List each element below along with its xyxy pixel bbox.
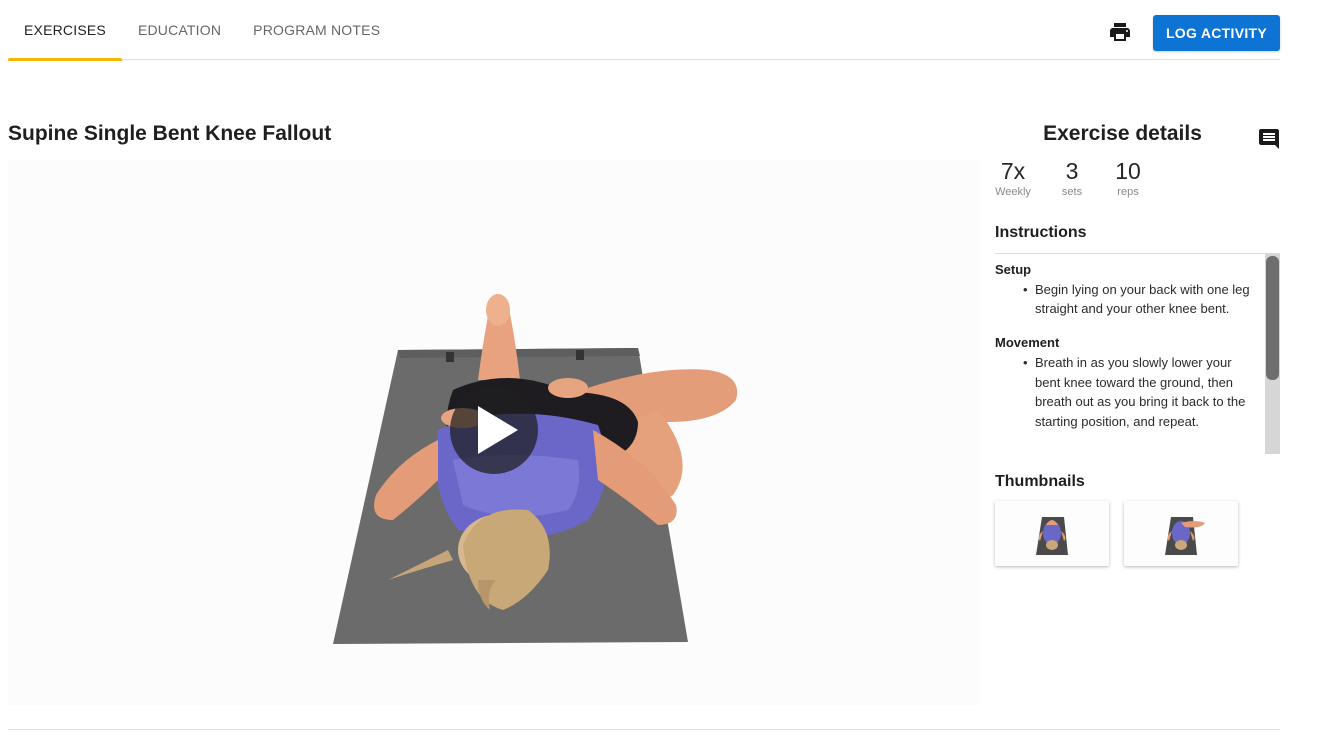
instruction-list: Breath in as you slowly lower your bent …: [995, 353, 1254, 432]
thumbnail-start-position[interactable]: [995, 501, 1109, 566]
bottom-divider: [8, 729, 1280, 730]
print-button[interactable]: [1106, 18, 1134, 46]
instructions-panel[interactable]: Setup Begin lying on your back with one …: [995, 253, 1280, 454]
thumbnail-end-position[interactable]: [1124, 501, 1238, 566]
exercise-video[interactable]: [8, 160, 980, 705]
log-activity-button[interactable]: LOG ACTIVITY: [1153, 15, 1280, 51]
tab-education[interactable]: EDUCATION: [122, 0, 237, 60]
exercise-thumbnail-image: [1036, 516, 1068, 555]
instructions-content: Setup Begin lying on your back with one …: [995, 254, 1280, 432]
instruction-item: Begin lying on your back with one leg st…: [1023, 280, 1254, 319]
thumbnail-list: [995, 501, 1238, 566]
comment-icon: [1259, 129, 1279, 149]
instruction-section-title: Setup: [995, 262, 1032, 277]
stat-frequency-unit: Weekly: [995, 186, 1031, 198]
tab-list: EXERCISES EDUCATION PROGRAM NOTES: [8, 0, 396, 61]
instructions-scrollbar[interactable]: [1265, 254, 1280, 454]
exercise-details-title: Exercise details: [1043, 122, 1202, 145]
tab-exercises[interactable]: EXERCISES: [8, 0, 122, 61]
instruction-list: Begin lying on your back with one leg st…: [995, 280, 1254, 319]
stat-frequency: 7x Weekly: [995, 158, 1031, 198]
instructions-scrollbar-thumb[interactable]: [1266, 256, 1279, 380]
printer-icon: [1110, 23, 1130, 41]
stat-sets-unit: sets: [1061, 186, 1083, 198]
top-tab-bar: EXERCISES EDUCATION PROGRAM NOTES LOG AC…: [8, 0, 1280, 61]
stat-reps-value: 10: [1115, 158, 1141, 184]
stat-reps: 10 reps: [1112, 158, 1144, 198]
stat-sets-value: 3: [1065, 158, 1079, 184]
exercise-title: Supine Single Bent Knee Fallout: [8, 122, 332, 145]
comment-button[interactable]: [1256, 127, 1282, 151]
exercise-thumbnail-image: [1165, 516, 1205, 555]
video-frame: [333, 294, 738, 644]
instructions-heading: Instructions: [995, 224, 1087, 241]
tab-program-notes[interactable]: PROGRAM NOTES: [237, 0, 396, 60]
instruction-section-title: Movement: [995, 335, 1060, 351]
stat-reps-unit: reps: [1117, 186, 1139, 198]
stat-sets: 3 sets: [1057, 158, 1087, 198]
stat-frequency-value: 7x: [1000, 158, 1026, 184]
instruction-item: Breath in as you slowly lower your bent …: [1023, 353, 1254, 432]
thumbnails-heading: Thumbnails: [995, 473, 1085, 490]
